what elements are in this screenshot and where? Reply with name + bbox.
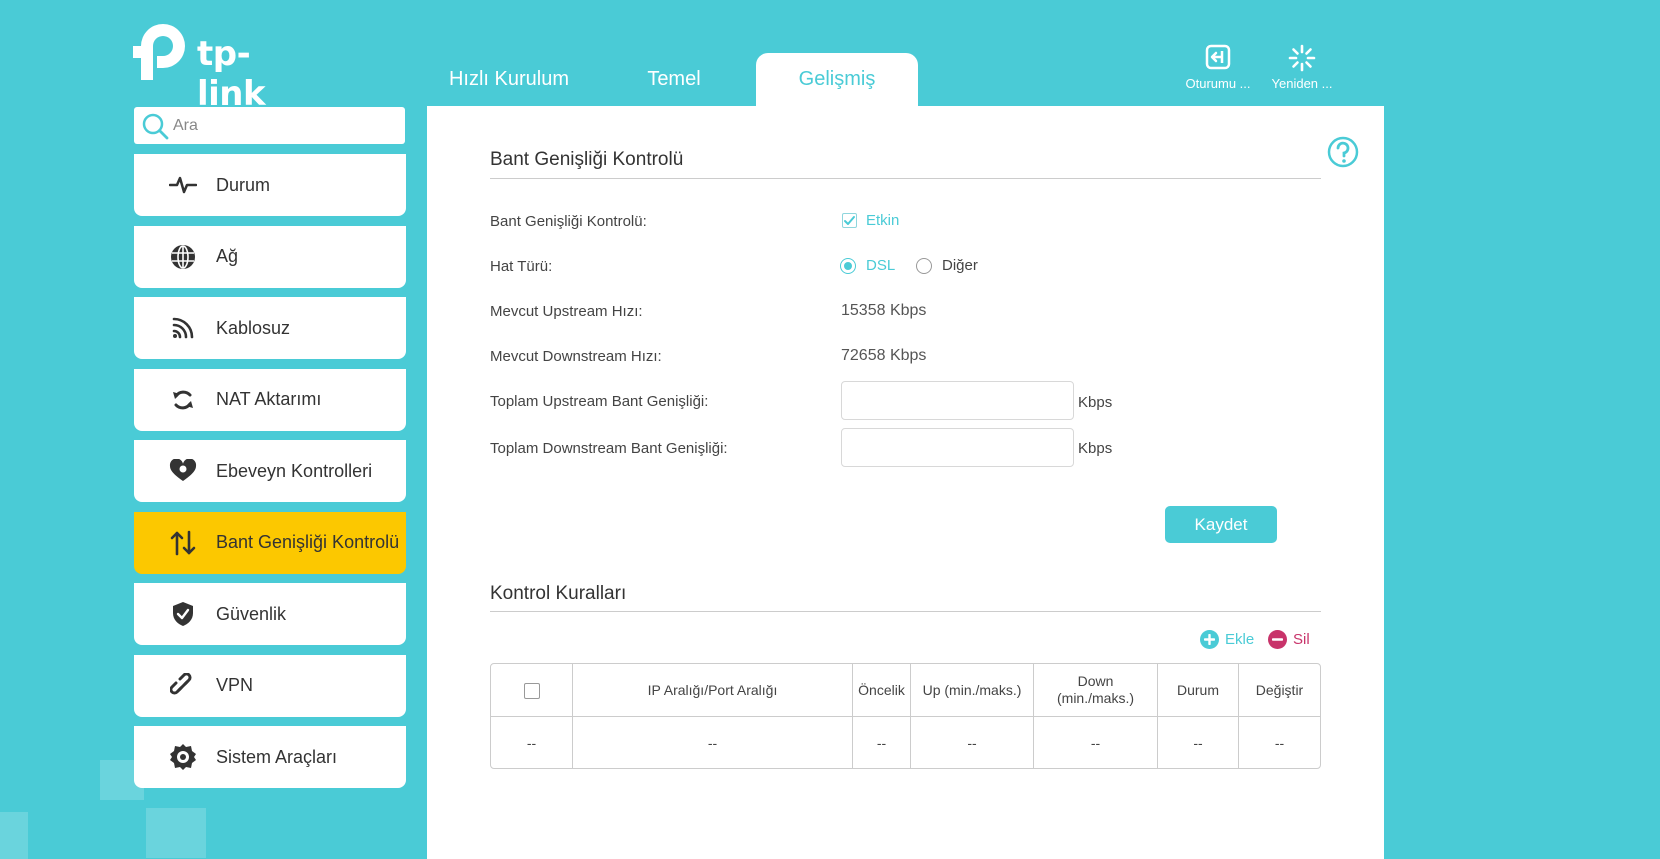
search-icon[interactable]	[137, 107, 173, 144]
reboot-icon	[1264, 44, 1340, 72]
column-header: Değiştir	[1239, 664, 1320, 717]
line-type-other-radio[interactable]	[916, 258, 932, 274]
globe-icon	[168, 242, 198, 272]
sidebar: Durum Ağ Kablosuz NAT Aktarımı Ebeveyn K…	[134, 154, 406, 798]
table-cell: --	[853, 717, 911, 768]
table-cell: --	[1034, 717, 1158, 768]
upstream-rate-value: 15358 Kbps	[841, 302, 927, 319]
plus-icon	[1200, 630, 1219, 649]
nat-icon	[168, 385, 198, 415]
logout-label: Oturumu ...	[1185, 76, 1251, 91]
section-divider	[490, 178, 1321, 179]
sidebar-item-label: Sistem Araçları	[216, 746, 338, 767]
section-divider	[490, 611, 1321, 612]
sidebar-item-label: Ağ	[216, 246, 239, 266]
line-type-label: Hat Türü:	[490, 258, 553, 275]
enable-text: Etkin	[866, 212, 900, 229]
sidebar-item-label: Kablosuz	[216, 317, 291, 338]
logout-button[interactable]: Oturumu ...	[1180, 44, 1256, 91]
line-type-other-label: Diğer	[942, 257, 978, 274]
tab-basic[interactable]: Temel	[592, 53, 756, 106]
minus-icon	[1268, 630, 1287, 649]
rules-table: IP Aralığı/Port Aralığı Öncelik Up (min.…	[490, 663, 1321, 769]
wireless-icon	[168, 313, 198, 343]
search-input[interactable]	[173, 116, 393, 135]
brand-name: tp-link	[197, 34, 266, 114]
tab-advanced[interactable]: Gelişmiş	[756, 53, 918, 106]
reboot-label: Yeniden ...	[1271, 76, 1333, 91]
enable-checkbox[interactable]	[842, 213, 857, 228]
table-cell: --	[911, 717, 1034, 768]
table-row: -- -- -- -- -- -- --	[491, 717, 1320, 768]
table-cell: --	[573, 717, 853, 768]
sidebar-item-label: Bant Genişliği Kontrolü	[216, 532, 400, 552]
background-decoration	[146, 808, 206, 858]
sidebar-item-security[interactable]: Güvenlik	[134, 583, 406, 645]
shield-icon	[168, 599, 198, 629]
reboot-button[interactable]: Yeniden ...	[1264, 44, 1340, 91]
column-header: Up (min./maks.)	[911, 664, 1034, 717]
heart-icon	[168, 456, 198, 486]
total-upstream-label: Toplam Upstream Bant Genişliği:	[490, 393, 709, 410]
sidebar-item-bandwidth-control[interactable]: Bant Genişliği Kontrolü	[134, 511, 406, 574]
upstream-rate-label: Mevcut Upstream Hızı:	[490, 303, 643, 320]
sidebar-item-label: Ebeveyn Kontrolleri	[216, 460, 373, 481]
total-upstream-input[interactable]	[841, 381, 1074, 420]
updown-arrows-icon	[168, 528, 198, 558]
tp-link-logo-mark-icon	[133, 24, 185, 80]
add-rule-label: Ekle	[1225, 631, 1255, 648]
section-title-rules: Kontrol Kuralları	[490, 583, 627, 604]
select-all-checkbox[interactable]	[523, 682, 540, 699]
sidebar-item-label: NAT Aktarımı	[216, 389, 322, 409]
enable-label: Bant Genişliği Kontrolü:	[490, 213, 647, 230]
total-downstream-unit: Kbps	[1078, 440, 1113, 457]
tp-link-logo: tp-link	[133, 20, 303, 114]
background-decoration	[0, 812, 28, 859]
link-icon	[168, 671, 198, 701]
gear-icon	[168, 742, 198, 772]
column-header-text: Down (min./maks.)	[1057, 673, 1134, 706]
add-rule-button[interactable]: Ekle	[1200, 630, 1254, 649]
table-header-row: IP Aralığı/Port Aralığı Öncelik Up (min.…	[491, 664, 1320, 717]
line-type-dsl-label: DSL	[866, 257, 896, 274]
logout-icon	[1180, 44, 1256, 72]
table-cell: --	[1158, 717, 1239, 768]
table-cell: --	[491, 717, 573, 768]
top-tabs: Hızlı Kurulum Temel Gelişmiş	[426, 53, 918, 106]
sidebar-item-system-tools[interactable]: Sistem Araçları	[134, 726, 406, 788]
column-header: Down (min./maks.)	[1034, 664, 1158, 717]
column-header: IP Aralığı/Port Aralığı	[573, 664, 853, 717]
table-cell: --	[1274, 734, 1285, 751]
delete-rule-button[interactable]: Sil	[1268, 630, 1310, 649]
sidebar-item-parental-controls[interactable]: Ebeveyn Kontrolleri	[134, 440, 406, 502]
sidebar-item-label: Güvenlik	[216, 603, 287, 624]
downstream-rate-value: 72658 Kbps	[841, 347, 927, 364]
sidebar-item-vpn[interactable]: VPN	[134, 654, 406, 717]
section-title-bandwidth: Bant Genişliği Kontrolü	[490, 149, 684, 170]
column-header: Durum	[1158, 664, 1239, 717]
tab-quick-setup[interactable]: Hızlı Kurulum	[426, 53, 592, 106]
save-button[interactable]: Kaydet	[1165, 506, 1277, 543]
total-downstream-label: Toplam Downstream Bant Genişliği:	[490, 440, 728, 457]
select-all-cell	[491, 664, 573, 717]
sidebar-item-network[interactable]: Ağ	[134, 225, 406, 288]
pulse-icon	[168, 170, 198, 200]
downstream-rate-label: Mevcut Downstream Hızı:	[490, 348, 662, 365]
total-upstream-unit: Kbps	[1078, 394, 1113, 411]
sidebar-item-wireless[interactable]: Kablosuz	[134, 297, 406, 359]
delete-rule-label: Sil	[1293, 631, 1310, 648]
line-type-dsl-radio[interactable]	[840, 258, 856, 274]
sidebar-item-status[interactable]: Durum	[134, 154, 406, 216]
check-icon	[844, 216, 855, 225]
help-icon[interactable]	[1327, 136, 1359, 173]
search-box	[134, 107, 405, 144]
total-downstream-input[interactable]	[841, 428, 1074, 467]
sidebar-item-label: VPN	[216, 675, 254, 695]
column-header: Öncelik	[853, 664, 911, 717]
sidebar-item-nat-forwarding[interactable]: NAT Aktarımı	[134, 368, 406, 431]
sidebar-item-label: Durum	[216, 174, 271, 195]
